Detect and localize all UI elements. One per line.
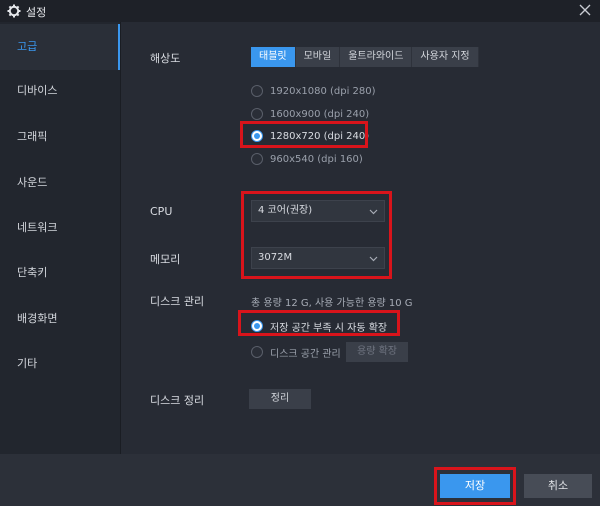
sidebar-item-device[interactable]: 디바이스 bbox=[0, 68, 120, 114]
radio-button-selected[interactable] bbox=[251, 130, 263, 142]
disk-label: 디스크 관리 bbox=[150, 295, 205, 308]
footer-bar bbox=[0, 454, 600, 506]
sidebar-item-other[interactable]: 기타 bbox=[0, 341, 120, 387]
resolution-option-label: 1920x1080 (dpi 280) bbox=[270, 85, 376, 97]
disk-cleanup-label: 디스크 정리 bbox=[150, 394, 205, 407]
tab-custom[interactable]: 사용자 지정 bbox=[412, 47, 479, 67]
save-button[interactable]: 저장 bbox=[440, 474, 510, 498]
expand-capacity-button[interactable]: 용량 확장 bbox=[346, 342, 408, 362]
disk-option-auto-expand[interactable]: 저장 공간 부족 시 자동 확장 bbox=[251, 318, 387, 334]
radio-button[interactable] bbox=[251, 153, 263, 165]
radio-button[interactable] bbox=[251, 108, 263, 120]
resolution-option-1920[interactable]: 1920x1080 (dpi 280) bbox=[251, 83, 376, 99]
radio-button[interactable] bbox=[251, 85, 263, 97]
radio-button[interactable] bbox=[251, 346, 263, 358]
close-icon[interactable] bbox=[578, 3, 592, 17]
cleanup-button[interactable]: 정리 bbox=[249, 389, 311, 409]
cpu-select[interactable]: 4 코어(권장) bbox=[251, 200, 385, 222]
disk-option-label: 저장 공간 부족 시 자동 확장 bbox=[270, 322, 388, 334]
resolution-option-label: 960x540 (dpi 160) bbox=[270, 153, 363, 165]
disk-option-manual[interactable]: 디스크 공간 관리 bbox=[251, 344, 341, 360]
memory-value: 3072M bbox=[258, 252, 293, 263]
tab-ultrawide[interactable]: 울트라와이드 bbox=[340, 47, 413, 67]
tab-tablet[interactable]: 태블릿 bbox=[251, 47, 296, 67]
sidebar: 고급 디바이스 그래픽 사운드 네트워크 단축키 배경화면 기타 bbox=[0, 22, 120, 454]
resolution-option-label: 1280x720 (dpi 240) bbox=[270, 130, 370, 142]
memory-label: 메모리 bbox=[150, 253, 181, 266]
sidebar-item-advanced[interactable]: 고급 bbox=[0, 24, 120, 70]
title-bar: 설정 bbox=[0, 0, 600, 22]
sidebar-item-network[interactable]: 네트워크 bbox=[0, 205, 120, 251]
sidebar-item-graphics[interactable]: 그래픽 bbox=[0, 114, 120, 160]
resolution-tabs: 태블릿 모바일 울트라와이드 사용자 지정 bbox=[251, 47, 479, 67]
gear-icon bbox=[7, 4, 21, 18]
resolution-option-1600[interactable]: 1600x900 (dpi 240) bbox=[251, 106, 369, 122]
disk-option-label: 디스크 공간 관리 bbox=[270, 348, 341, 360]
chevron-down-icon bbox=[369, 209, 378, 215]
resolution-option-1280[interactable]: 1280x720 (dpi 240) bbox=[251, 128, 369, 144]
resolution-option-960[interactable]: 960x540 (dpi 160) bbox=[251, 151, 363, 167]
disk-capacity-info: 총 용량 12 G, 사용 가능한 용량 10 G bbox=[251, 298, 413, 309]
chevron-down-icon bbox=[369, 256, 378, 262]
resolution-label: 해상도 bbox=[150, 52, 181, 65]
memory-select[interactable]: 3072M bbox=[251, 247, 385, 269]
radio-button-selected[interactable] bbox=[251, 320, 263, 332]
sidebar-item-wallpaper[interactable]: 배경화면 bbox=[0, 296, 120, 342]
sidebar-item-shortcuts[interactable]: 단축키 bbox=[0, 250, 120, 296]
window-title: 설정 bbox=[26, 6, 47, 19]
resolution-option-label: 1600x900 (dpi 240) bbox=[270, 108, 370, 120]
tab-mobile[interactable]: 모바일 bbox=[295, 47, 341, 67]
sidebar-item-sound[interactable]: 사운드 bbox=[0, 160, 120, 206]
settings-panel: 해상도 태블릿 모바일 울트라와이드 사용자 지정 1920x1080 (dpi… bbox=[121, 22, 600, 454]
cpu-label: CPU bbox=[150, 205, 173, 218]
cancel-button[interactable]: 취소 bbox=[524, 474, 592, 498]
cpu-value: 4 코어(권장) bbox=[258, 205, 313, 216]
